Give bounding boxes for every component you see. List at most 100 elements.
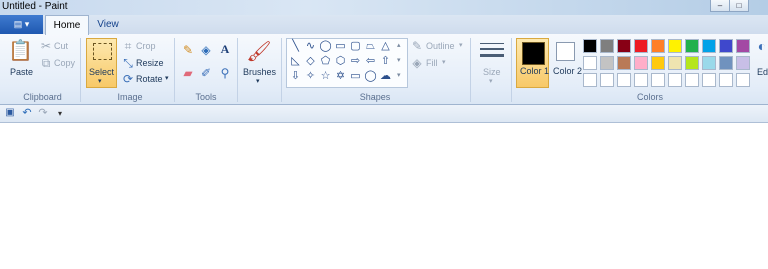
custom-color-swatch[interactable] xyxy=(651,73,665,87)
separator xyxy=(281,38,282,102)
image-group-label: Image xyxy=(117,92,143,102)
custom-color-swatch[interactable] xyxy=(668,73,682,87)
rotate-button[interactable]: Rotate xyxy=(136,74,163,84)
eraser-icon[interactable]: ▰ xyxy=(181,67,195,79)
color-swatch[interactable] xyxy=(634,56,648,70)
customize-qat-icon[interactable]: ▾ xyxy=(55,108,65,120)
custom-color-swatch[interactable] xyxy=(719,73,733,87)
gallery-scroll-up-icon[interactable]: ▴ xyxy=(397,41,401,49)
oval-shape-icon[interactable]: ◯ xyxy=(318,39,333,54)
line-shape-icon[interactable]: ╲ xyxy=(288,39,303,54)
cloud-callout-icon[interactable]: ☁ xyxy=(378,69,393,84)
color-swatch[interactable] xyxy=(668,56,682,70)
color-swatch[interactable] xyxy=(719,39,733,53)
pentagon-shape-icon[interactable]: ⬠ xyxy=(318,54,333,69)
outline-chevron-icon: ▾ xyxy=(459,42,463,49)
text-tool-icon[interactable]: A xyxy=(218,43,232,55)
resize-button[interactable]: Resize xyxy=(136,58,164,68)
five-point-star-icon[interactable]: ☆ xyxy=(318,69,333,84)
four-point-star-icon[interactable]: ✧ xyxy=(303,69,318,84)
curve-shape-icon[interactable]: ∿ xyxy=(303,39,318,54)
select-button[interactable]: Select ▾ xyxy=(86,38,117,88)
rounded-rectangle-shape-icon[interactable]: ▢ xyxy=(348,39,363,54)
drawing-canvas[interactable] xyxy=(0,123,768,269)
color-swatch[interactable] xyxy=(702,56,716,70)
color-swatch[interactable] xyxy=(719,56,733,70)
color-picker-icon[interactable]: ✐ xyxy=(199,67,213,79)
crop-icon: ⌗ xyxy=(124,39,132,53)
size-line-icon xyxy=(480,54,504,57)
edit-colors-button[interactable]: Ed co xyxy=(757,67,768,77)
outline-button[interactable]: Outline xyxy=(426,41,455,51)
color-swatch[interactable] xyxy=(685,56,699,70)
gallery-expand-icon[interactable]: ▾ xyxy=(397,71,401,79)
rounded-callout-icon[interactable]: ▭ xyxy=(348,69,363,84)
color-swatch[interactable] xyxy=(600,56,614,70)
minimize-button[interactable]: – xyxy=(710,0,730,12)
pencil-icon[interactable]: ✎ xyxy=(181,44,195,56)
right-triangle-shape-icon[interactable]: ◺ xyxy=(288,54,303,69)
color-swatch[interactable] xyxy=(651,56,665,70)
color-swatch[interactable] xyxy=(736,56,750,70)
rectangle-shape-icon[interactable]: ▭ xyxy=(333,39,348,54)
gallery-scroll-down-icon[interactable]: ▾ xyxy=(397,56,401,64)
color-swatch[interactable] xyxy=(668,39,682,53)
diamond-shape-icon[interactable]: ◇ xyxy=(303,54,318,69)
rotate-icon: ⟳ xyxy=(122,72,134,86)
custom-color-swatch[interactable] xyxy=(702,73,716,87)
hexagon-shape-icon[interactable]: ⬡ xyxy=(333,54,348,69)
custom-color-swatch[interactable] xyxy=(634,73,648,87)
maximize-button[interactable]: □ xyxy=(729,0,749,12)
color-swatch[interactable] xyxy=(685,39,699,53)
custom-color-swatch[interactable] xyxy=(583,73,597,87)
color-swatch[interactable] xyxy=(583,56,597,70)
custom-color-swatch[interactable] xyxy=(685,73,699,87)
color-swatch[interactable] xyxy=(634,39,648,53)
tab-view[interactable]: View xyxy=(88,15,128,34)
cut-icon: ✂ xyxy=(40,39,52,53)
six-point-star-icon[interactable]: ✡ xyxy=(333,69,348,84)
undo-icon[interactable]: ↶ xyxy=(21,107,33,119)
down-arrow-shape-icon[interactable]: ⇩ xyxy=(288,69,303,84)
chevron-down-icon: ▾ xyxy=(98,78,102,85)
color-swatch[interactable] xyxy=(583,39,597,53)
paste-icon[interactable]: 📋 xyxy=(8,40,33,62)
colors-group-label: Colors xyxy=(636,92,663,102)
right-arrow-shape-icon[interactable]: ⇨ xyxy=(348,54,363,69)
brushes-chevron-icon: ▾ xyxy=(256,78,260,85)
polygon-shape-icon[interactable]: ⏢ xyxy=(363,39,378,54)
tools-group-label: Tools xyxy=(195,92,217,102)
cut-button[interactable]: Cut xyxy=(54,41,68,51)
custom-color-swatch[interactable] xyxy=(600,73,614,87)
custom-color-swatch[interactable] xyxy=(617,73,631,87)
fill-chevron-icon: ▾ xyxy=(442,59,446,66)
color-swatch[interactable] xyxy=(736,39,750,53)
color-swatch[interactable] xyxy=(617,39,631,53)
color-swatch[interactable] xyxy=(651,39,665,53)
fill-button[interactable]: Fill xyxy=(426,58,438,68)
left-arrow-shape-icon[interactable]: ⇦ xyxy=(363,54,378,69)
magnifier-icon[interactable]: ⚲ xyxy=(218,67,232,79)
color2-button[interactable]: Color 2 xyxy=(552,38,582,88)
save-icon[interactable]: ▣ xyxy=(4,107,16,119)
color-swatch[interactable] xyxy=(600,39,614,53)
brushes-button[interactable]: Brushes xyxy=(243,67,276,77)
paste-button[interactable]: Paste xyxy=(10,67,33,77)
redo-icon[interactable]: ↷ xyxy=(37,107,49,119)
tab-home[interactable]: Home xyxy=(45,15,89,35)
app-menu-button[interactable]: ▤ ▾ xyxy=(0,15,43,34)
up-arrow-shape-icon[interactable]: ⇧ xyxy=(378,54,393,69)
brushes-icon[interactable]: 🖌 xyxy=(246,40,272,64)
color-swatch[interactable] xyxy=(702,39,716,53)
oval-callout-icon[interactable]: ◯ xyxy=(363,69,378,84)
title-bar: Untitled - Paint xyxy=(0,0,768,15)
custom-color-swatch[interactable] xyxy=(736,73,750,87)
edit-colors-icon[interactable]: ◐ xyxy=(755,39,768,56)
triangle-shape-icon[interactable]: △ xyxy=(378,39,393,54)
fill-bucket-icon[interactable]: ◈ xyxy=(199,44,213,56)
color1-button[interactable]: Color 1 xyxy=(516,38,549,88)
color-swatch[interactable] xyxy=(617,56,631,70)
copy-button[interactable]: Copy xyxy=(54,58,75,68)
color2-swatch xyxy=(556,42,575,61)
crop-button[interactable]: Crop xyxy=(136,41,156,51)
